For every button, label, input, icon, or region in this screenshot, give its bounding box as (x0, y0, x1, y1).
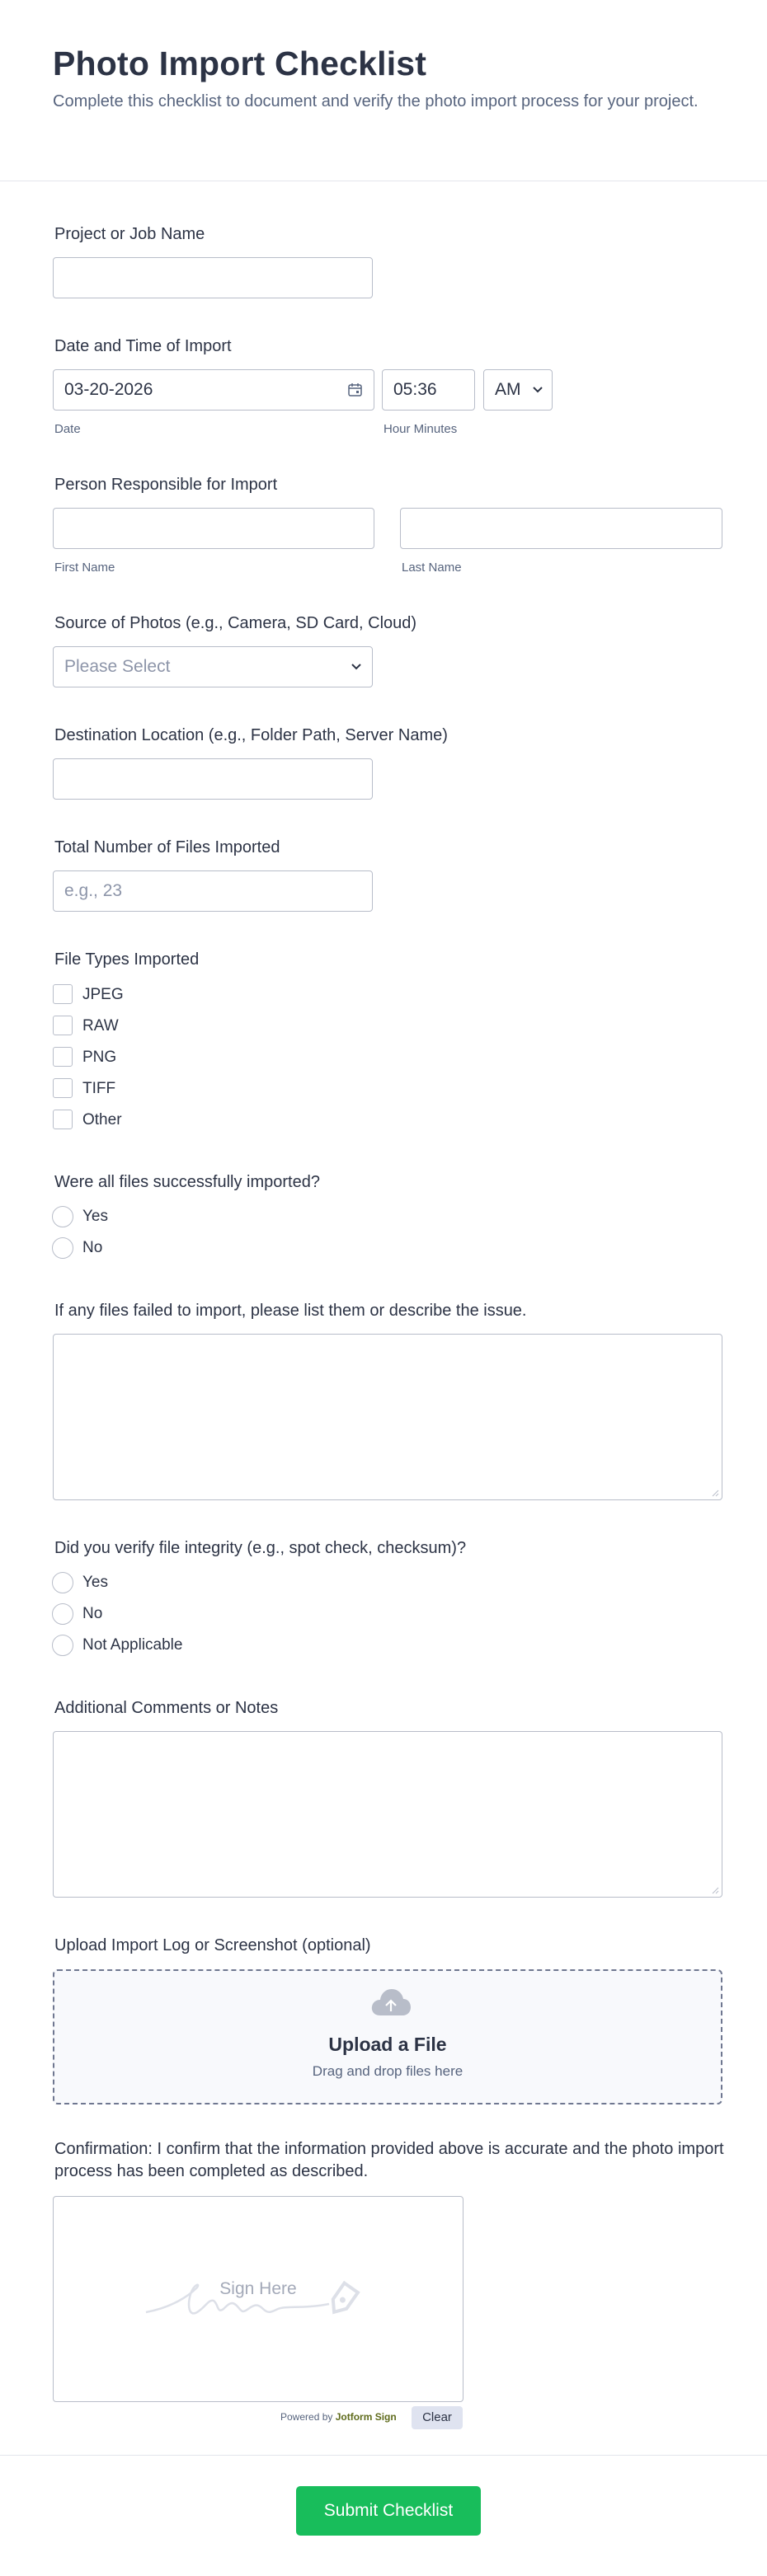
total-files-placeholder: e.g., 23 (64, 881, 123, 900)
datetime-label: Date and Time of Import (54, 337, 232, 355)
radio-label-success-yes: Yes (82, 1208, 108, 1225)
source-placeholder: Please Select (64, 657, 171, 676)
source-select[interactable]: Please Select (53, 646, 373, 687)
upload-label: Upload Import Log or Screenshot (optiona… (54, 1936, 371, 1954)
sign-here-text: Sign Here (219, 2279, 297, 2298)
total-files-input[interactable]: e.g., 23 (53, 870, 373, 912)
file-types-label: File Types Imported (54, 950, 200, 969)
checkbox-other[interactable] (53, 1110, 73, 1129)
checkbox-tiff[interactable] (53, 1078, 73, 1098)
date-input[interactable]: 03-20-2026 (53, 369, 374, 411)
footer-divider (0, 2455, 767, 2456)
success-label: Were all files successfully imported? (54, 1173, 320, 1191)
radio-integrity-no[interactable] (52, 1603, 73, 1625)
page-subtitle: Complete this checklist to document and … (53, 92, 699, 110)
checkbox-raw[interactable] (53, 1016, 73, 1035)
integrity-label: Did you verify file integrity (e.g., spo… (54, 1539, 467, 1557)
resize-grip-icon[interactable] (711, 1489, 719, 1497)
radio-label-success-no: No (82, 1239, 103, 1256)
destination-label: Destination Location (e.g., Folder Path,… (54, 726, 448, 744)
first-name-sublabel: First Name (54, 561, 115, 575)
ampm-select[interactable]: AM (483, 369, 553, 411)
ampm-value: AM (495, 380, 521, 399)
submit-button[interactable]: Submit Checklist (296, 2486, 481, 2536)
project-name-label: Project or Job Name (54, 225, 205, 243)
powered-by-text: Powered by (280, 2411, 333, 2423)
upload-title: Upload a File (328, 2034, 447, 2055)
radio-label-integrity-no: No (82, 1605, 103, 1622)
radio-label-integrity-yes: Yes (82, 1574, 108, 1591)
upload-dropzone[interactable]: Upload a File Drag and drop files here (53, 1969, 722, 2104)
checkbox-label-png: PNG (82, 1049, 117, 1066)
project-name-input[interactable] (53, 257, 373, 298)
radio-integrity-yes[interactable] (52, 1572, 73, 1593)
comments-textarea[interactable] (53, 1731, 722, 1898)
radio-success-yes[interactable] (52, 1206, 73, 1227)
last-name-input[interactable] (400, 508, 722, 549)
signature-pad[interactable]: Sign Here (53, 2196, 463, 2402)
date-sublabel: Date (54, 422, 81, 436)
total-files-label: Total Number of Files Imported (54, 838, 280, 856)
powered-by: Powered by Jotform Sign (280, 2411, 397, 2423)
comments-label: Additional Comments or Notes (54, 1699, 279, 1717)
chevron-down-icon (351, 661, 362, 677)
checkbox-label-jpeg: JPEG (82, 986, 124, 1003)
checkbox-label-raw: RAW (82, 1017, 119, 1035)
last-name-sublabel: Last Name (402, 561, 462, 575)
person-label: Person Responsible for Import (54, 476, 278, 494)
first-name-input[interactable] (53, 508, 374, 549)
checkbox-png[interactable] (53, 1047, 73, 1067)
checkbox-label-tiff: TIFF (82, 1080, 116, 1097)
radio-label-integrity-na: Not Applicable (82, 1636, 183, 1654)
jotform-sign-brand: Jotform Sign (335, 2411, 397, 2423)
form-header: Photo Import Checklist Complete this che… (0, 0, 767, 181)
checkbox-label-other: Other (82, 1111, 122, 1128)
source-label: Source of Photos (e.g., Camera, SD Card,… (54, 614, 417, 632)
resize-grip-icon[interactable] (711, 1886, 719, 1894)
time-input[interactable]: 05:36 (382, 369, 475, 411)
destination-input[interactable] (53, 758, 373, 800)
calendar-icon[interactable] (347, 382, 364, 398)
chevron-down-icon (532, 384, 543, 400)
time-sublabel: Hour Minutes (384, 422, 458, 436)
checkbox-jpeg[interactable] (53, 984, 73, 1004)
date-value: 03-20-2026 (64, 380, 153, 399)
confirmation-label: Confirmation: I confirm that the informa… (54, 2140, 724, 2180)
form-page: Photo Import Checklist Complete this che… (0, 0, 767, 2576)
time-value: 05:36 (393, 380, 437, 399)
radio-success-no[interactable] (52, 1237, 73, 1259)
failures-label: If any files failed to import, please li… (54, 1302, 527, 1320)
upload-hint: Drag and drop files here (312, 2063, 463, 2079)
cloud-upload-icon (370, 1987, 412, 2021)
clear-signature-button[interactable]: Clear (412, 2406, 463, 2429)
failures-textarea[interactable] (53, 1334, 722, 1500)
radio-integrity-na[interactable] (52, 1635, 73, 1656)
page-title: Photo Import Checklist (53, 45, 427, 82)
